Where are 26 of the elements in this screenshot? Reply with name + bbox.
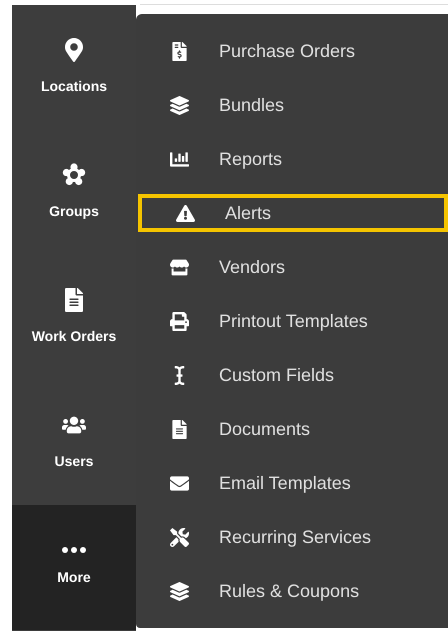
printer-icon <box>170 312 189 330</box>
menu-item[interactable]: Purchase Orders <box>136 32 448 70</box>
store-icon <box>170 258 189 276</box>
invoice-icon <box>170 42 189 60</box>
menu-item[interactable]: Printout Templates <box>136 302 448 340</box>
menu-item[interactable]: Vendors <box>136 248 448 286</box>
menu-item[interactable]: Reports <box>136 140 448 178</box>
map-pin-icon <box>62 38 86 62</box>
layers-icon <box>170 96 189 114</box>
menu-item[interactable]: Custom Fields <box>136 356 448 394</box>
flower-icon <box>62 163 86 187</box>
document-icon <box>62 288 86 312</box>
menu-item[interactable]: Alerts <box>138 194 448 232</box>
menu-item[interactable]: Rules & Coupons <box>136 572 448 610</box>
menu-item[interactable]: Bundles <box>136 86 448 124</box>
more-icon <box>62 547 86 553</box>
menu-item[interactable]: Recurring Services <box>136 518 448 556</box>
envelope-icon <box>170 474 189 492</box>
sidebar-item[interactable]: More <box>12 505 136 630</box>
menu-item[interactable]: Email Templates <box>136 464 448 502</box>
menu-item[interactable]: Documents <box>136 410 448 448</box>
tools-icon <box>170 528 189 546</box>
warning-icon <box>176 204 195 222</box>
document-icon <box>170 420 189 438</box>
layers-icon <box>170 582 189 600</box>
report-icon <box>170 150 189 168</box>
